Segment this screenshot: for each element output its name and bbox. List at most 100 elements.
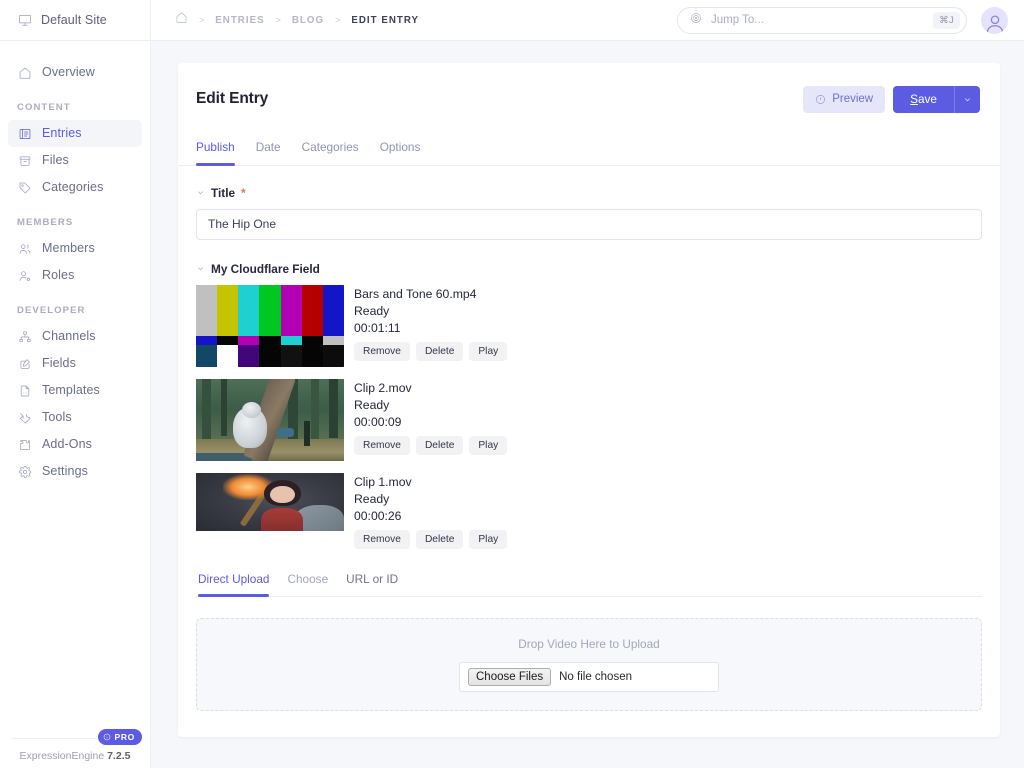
delete-button[interactable]: Delete: [415, 341, 464, 361]
sidebar-item-members[interactable]: Members: [8, 235, 142, 262]
version-number: 7.2.5: [107, 750, 131, 762]
remove-button[interactable]: Remove: [354, 435, 410, 455]
delete-button[interactable]: Delete: [415, 435, 464, 455]
smpte-top-row: [196, 284, 344, 337]
video-duration: 00:00:26: [354, 508, 402, 523]
remove-button[interactable]: Remove: [354, 529, 410, 549]
video-meta: Bars and Tone 60.mp4 Ready 00:01:11 Remo…: [354, 285, 508, 367]
preview-label: Preview: [832, 93, 874, 106]
home-icon[interactable]: [175, 11, 188, 29]
sidebar-item-label: Add-Ons: [42, 437, 93, 452]
video-filename: Clip 2.mov: [354, 380, 412, 395]
app-root: Default Site Overview CONTENT Entries Fi…: [0, 0, 1024, 768]
sidebar-item-label: Categories: [42, 180, 104, 195]
save-button[interactable]: Save: [893, 85, 954, 113]
tab-date[interactable]: Date: [256, 135, 281, 165]
sidebar-footer: PRO ExpressionEngine 7.2.5: [0, 729, 150, 768]
tab-choose[interactable]: Choose: [287, 569, 328, 596]
file-input[interactable]: Choose Files No file chosen: [459, 661, 719, 692]
video-status: Ready: [354, 303, 390, 318]
cloudflare-label-text: My Cloudflare Field: [211, 261, 320, 276]
sidebar-item-label: Files: [42, 153, 69, 168]
field-title: Title *: [196, 186, 982, 240]
page-title: Edit Entry: [196, 90, 269, 108]
sidebar-item-fields[interactable]: Fields: [8, 350, 142, 377]
info-icon: [104, 733, 111, 741]
video-actions: Remove Delete Play: [354, 341, 508, 361]
upload-dropzone[interactable]: Drop Video Here to Upload Choose Files N…: [196, 617, 982, 711]
sidebar-section-members: MEMBERS: [17, 217, 74, 228]
title-field-label: Title *: [196, 186, 982, 200]
video-item: Clip 2.mov Ready 00:00:09 Remove Delete …: [196, 378, 982, 461]
smpte-bottom-row: [196, 345, 344, 367]
sidebar-item-settings[interactable]: Settings: [8, 458, 142, 485]
sidebar-item-entries[interactable]: Entries: [8, 120, 142, 147]
video-thumbnail[interactable]: [196, 284, 344, 367]
tab-url-or-id[interactable]: URL or ID: [346, 569, 398, 596]
required-marker: *: [241, 185, 246, 200]
members-icon: [17, 241, 32, 256]
breadcrumb-entries[interactable]: ENTRIES: [215, 15, 264, 26]
breadcrumb-separator: >: [335, 15, 341, 25]
field-cloudflare: My Cloudflare Field Bars and Tone 60.mp4…: [196, 262, 982, 711]
play-button[interactable]: Play: [469, 341, 508, 361]
video-actions: Remove Delete Play: [354, 529, 508, 549]
sidebar-item-categories[interactable]: Categories: [8, 174, 142, 201]
remove-button[interactable]: Remove: [354, 341, 410, 361]
save-dropdown-button[interactable]: [954, 85, 980, 113]
target-icon: [690, 11, 702, 29]
sidebar-item-label: Channels: [42, 329, 96, 344]
no-file-chosen-label: No file chosen: [559, 670, 632, 683]
chevron-down-icon: [965, 98, 970, 102]
content-column: > ENTRIES > BLOG > EDIT ENTRY ⌘J: [151, 0, 1024, 768]
video-duration: 00:01:11: [354, 320, 401, 335]
sidebar-item-addons[interactable]: Add-Ons: [8, 431, 142, 458]
preview-button[interactable]: Preview: [803, 85, 886, 113]
tab-options[interactable]: Options: [380, 135, 421, 165]
breadcrumb-separator: >: [275, 15, 281, 25]
girl-scene-artwork: [196, 472, 344, 531]
delete-button[interactable]: Delete: [415, 529, 464, 549]
sidebar-item-label: Roles: [42, 268, 75, 283]
search-input[interactable]: [709, 13, 927, 27]
avatar[interactable]: [981, 6, 1008, 34]
video-status: Ready: [354, 397, 390, 412]
title-input[interactable]: [196, 208, 982, 240]
templates-icon: [17, 383, 32, 398]
save-accesskey: S: [910, 92, 918, 107]
tab-direct-upload[interactable]: Direct Upload: [198, 569, 270, 597]
sidebar-item-tools[interactable]: Tools: [8, 404, 142, 431]
sidebar-item-label: Settings: [42, 464, 88, 479]
video-status: Ready: [354, 491, 390, 506]
video-thumbnail[interactable]: [196, 472, 344, 531]
video-thumbnail[interactable]: [196, 378, 344, 461]
chevron-down-icon[interactable]: [196, 186, 205, 200]
sidebar-item-files[interactable]: Files: [8, 147, 142, 174]
topbar: > ENTRIES > BLOG > EDIT ENTRY ⌘J: [151, 0, 1024, 41]
sidebar-item-roles[interactable]: Roles: [8, 262, 142, 289]
breadcrumb-edit-entry: EDIT ENTRY: [351, 14, 420, 26]
sidebar-item-channels[interactable]: Channels: [8, 323, 142, 350]
upload-tabs: Direct Upload Choose URL or ID: [196, 569, 982, 597]
chevron-down-icon[interactable]: [196, 262, 205, 276]
sidebar-item-label: Members: [42, 241, 95, 256]
site-selector[interactable]: Default Site: [0, 0, 150, 41]
tab-publish[interactable]: Publish: [196, 135, 235, 166]
jump-to-search[interactable]: ⌘J: [677, 6, 967, 34]
tools-icon: [17, 410, 32, 425]
footer-divider: PRO: [12, 729, 142, 745]
play-button[interactable]: Play: [469, 435, 508, 455]
video-meta: Clip 2.mov Ready 00:00:09 Remove Delete …: [354, 379, 508, 461]
play-button[interactable]: Play: [469, 529, 508, 549]
main-scroll-area: Edit Entry Preview Save Publish Date Cat…: [151, 41, 1024, 768]
sidebar: Default Site Overview CONTENT Entries Fi…: [0, 0, 151, 768]
tab-categories[interactable]: Categories: [302, 135, 359, 165]
pro-badge[interactable]: PRO: [98, 729, 142, 745]
sidebar-item-label: Templates: [42, 383, 100, 398]
sidebar-item-templates[interactable]: Templates: [8, 377, 142, 404]
fields-icon: [17, 356, 32, 371]
breadcrumb-blog[interactable]: BLOG: [292, 15, 324, 26]
choose-files-button[interactable]: Choose Files: [468, 667, 552, 686]
sidebar-item-overview[interactable]: Overview: [8, 59, 142, 86]
home-icon: [17, 65, 32, 80]
